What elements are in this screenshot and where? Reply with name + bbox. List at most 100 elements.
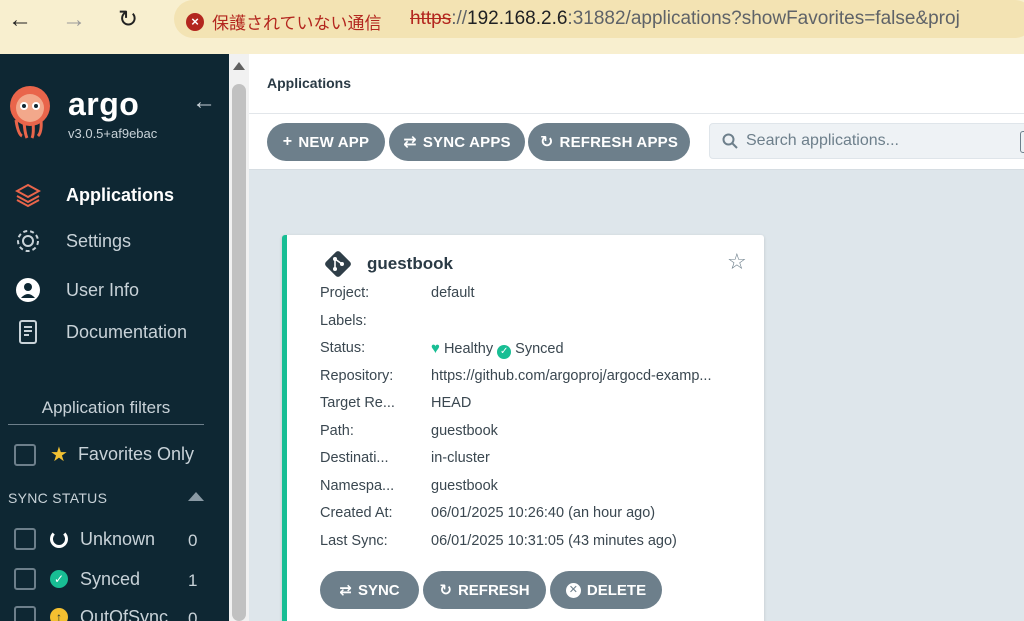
sidebar-item-applications[interactable]: Applications	[14, 179, 174, 211]
plus-icon: +	[282, 133, 293, 150]
sidebar-item-user-info[interactable]: User Info	[14, 274, 139, 306]
sidebar-item-label: User Info	[66, 279, 140, 300]
field-key: Path:	[320, 423, 354, 439]
sync-status: Synced	[515, 341, 564, 357]
refresh-button[interactable]: ↻ REFRESH	[423, 571, 546, 609]
arrow-left-icon[interactable]: ←	[8, 8, 32, 32]
sync-filter-unknown[interactable]: Unknown	[14, 528, 155, 550]
filter-label: OutOfSync	[80, 606, 169, 621]
close-circle-icon: ✕	[565, 582, 581, 598]
field-key: Target Re...	[320, 395, 395, 411]
page-title: Applications	[267, 75, 352, 91]
sync-filter-outofsync[interactable]: ↑ OutOfSync	[14, 606, 168, 621]
sidebar-item-documentation[interactable]: Documentation	[14, 316, 187, 348]
delete-label: DELETE	[586, 581, 647, 599]
sync-label: SYNC	[357, 581, 400, 599]
refresh-apps-button[interactable]: ↻ REFRESH APPS	[528, 123, 690, 161]
refresh-icon: ↻	[539, 134, 554, 151]
url-path: :31882/applications?showFavorites=false&…	[567, 8, 960, 29]
book-icon	[14, 318, 42, 346]
field-key: Destinati...	[320, 450, 389, 466]
url-host: 192.168.2.6	[467, 8, 568, 29]
filter-label: Unknown	[80, 528, 156, 549]
filter-label: Synced	[80, 568, 141, 589]
filters-title: Application filters	[8, 398, 204, 425]
sync-apps-button[interactable]: ⇄ SYNC APPS	[389, 123, 525, 161]
filter-count: 0	[188, 531, 198, 550]
layers-icon	[14, 181, 42, 209]
field-key: Project:	[320, 285, 370, 301]
filter-checkbox[interactable]	[14, 606, 36, 621]
sync-filter-synced[interactable]: ✓ Synced	[14, 568, 140, 590]
delete-button[interactable]: ✕ DELETE	[550, 571, 662, 609]
scrollbar-thumb[interactable]	[232, 84, 246, 621]
app-name[interactable]: guestbook	[367, 254, 453, 274]
health-status: Healthy	[443, 341, 494, 357]
field-value: HEAD	[431, 395, 472, 411]
check-circle-icon: ✓	[497, 345, 512, 359]
favorites-label: Favorites Only	[77, 444, 194, 464]
field-key: Last Sync:	[320, 533, 388, 549]
field-value: in-cluster	[431, 450, 490, 466]
circle-notch-icon	[50, 530, 68, 548]
gear-icon	[14, 227, 42, 255]
argo-octopus-logo-icon	[10, 86, 50, 139]
status-value: ♥ Healthy ✓ Synced	[431, 340, 564, 359]
filter-checkbox[interactable]	[14, 528, 36, 550]
search-box[interactable]	[709, 123, 1024, 159]
page-header: Applications	[249, 54, 1024, 114]
new-app-label: NEW APP	[298, 133, 370, 151]
reload-icon[interactable]: ↻	[116, 8, 140, 32]
field-key: Namespa...	[320, 478, 395, 494]
warning-icon: ×	[186, 12, 204, 31]
filter-checkbox[interactable]	[14, 568, 36, 590]
user-icon	[14, 276, 42, 304]
field-value: https://github.com/argoproj/argocd-examp…	[431, 368, 712, 384]
keyboard-shortcut-icon	[1020, 131, 1024, 153]
url-text[interactable]: https://192.168.2.6:31882/applications?s…	[410, 8, 960, 30]
arrow-up-circle-icon: ↑	[50, 608, 68, 621]
app-card[interactable]: guestbook ☆ Project: default Labels: Sta…	[282, 235, 764, 621]
favorites-checkbox[interactable]	[14, 443, 36, 466]
search-input[interactable]	[746, 132, 1006, 150]
filter-count: 1	[188, 571, 198, 590]
refresh-icon: ↻	[439, 582, 452, 599]
filter-count: 0	[188, 609, 198, 621]
new-app-button[interactable]: + NEW APP	[267, 123, 385, 161]
sidebar-item-settings[interactable]: Settings	[14, 225, 131, 257]
sidebar-item-label: Applications	[66, 184, 175, 205]
sync-status-title: SYNC STATUS	[8, 490, 108, 506]
url-scheme: https	[410, 8, 452, 29]
scroll-up-icon[interactable]	[233, 62, 245, 70]
arrow-right-icon[interactable]: →	[62, 8, 86, 32]
sync-apps-label: SYNC APPS	[422, 133, 511, 151]
toolbar: + NEW APP ⇄ SYNC APPS ↻ REFRESH APPS	[249, 114, 1024, 170]
field-key: Created At:	[320, 505, 393, 521]
refresh-apps-label: REFRESH APPS	[559, 133, 679, 151]
field-value: guestbook	[431, 478, 498, 494]
refresh-label: REFRESH	[457, 581, 530, 599]
sidebar: argo v3.0.5+af9ebac ← Applications Setti…	[0, 54, 229, 621]
git-icon	[325, 251, 351, 277]
heart-icon: ♥	[431, 340, 440, 357]
url-separator: ://	[451, 8, 468, 29]
favorite-star-icon[interactable]: ☆	[727, 249, 747, 275]
field-key: Labels:	[320, 313, 367, 329]
sidebar-item-label: Settings	[66, 230, 132, 251]
collapse-sidebar-icon[interactable]: ←	[192, 88, 216, 116]
sidebar-item-label: Documentation	[66, 321, 188, 342]
address-bar[interactable]: × 保護されていない通信 https://192.168.2.6:31882/a…	[174, 0, 1024, 38]
sidebar-scrollbar[interactable]	[229, 54, 249, 621]
sync-icon: ⇄	[339, 582, 352, 599]
browser-toolbar: ← → ↻ × 保護されていない通信 https://192.168.2.6:3…	[0, 0, 1024, 54]
field-key: Status:	[320, 340, 366, 356]
field-value: default	[431, 285, 475, 301]
sync-button[interactable]: ⇄ SYNC	[320, 571, 419, 609]
security-warning[interactable]: × 保護されていない通信	[186, 9, 382, 34]
search-icon	[722, 133, 738, 149]
version-label: v3.0.5+af9ebac	[68, 126, 158, 141]
field-value: guestbook	[431, 423, 498, 439]
favorites-filter[interactable]: ★ Favorites Only	[14, 442, 194, 467]
field-value: 06/01/2025 10:31:05 (43 minutes ago)	[431, 533, 677, 549]
collapse-section-icon[interactable]	[188, 492, 204, 501]
